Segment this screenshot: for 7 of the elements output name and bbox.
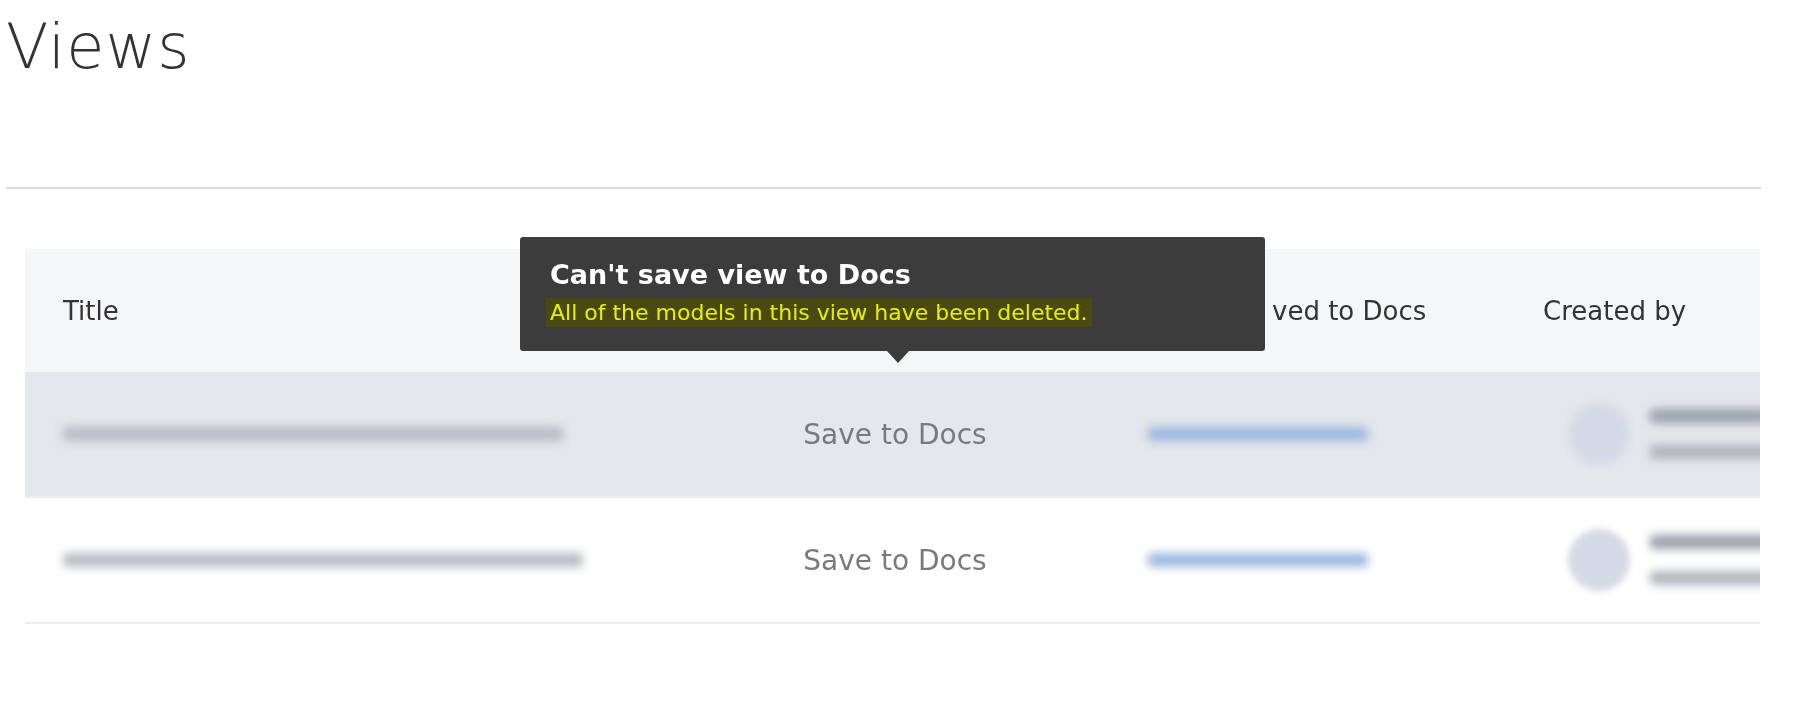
tooltip-title: Can't save view to Docs [550, 259, 912, 290]
page-title: Views [6, 10, 192, 83]
tooltip-message: All of the models in this view have been deleted. [546, 298, 1092, 327]
column-header[interactable]: Created by [1543, 295, 1687, 326]
column-header[interactable]: ved to Docs [1272, 295, 1427, 326]
column-header[interactable]: Title [63, 295, 119, 326]
avatar [1568, 529, 1630, 591]
